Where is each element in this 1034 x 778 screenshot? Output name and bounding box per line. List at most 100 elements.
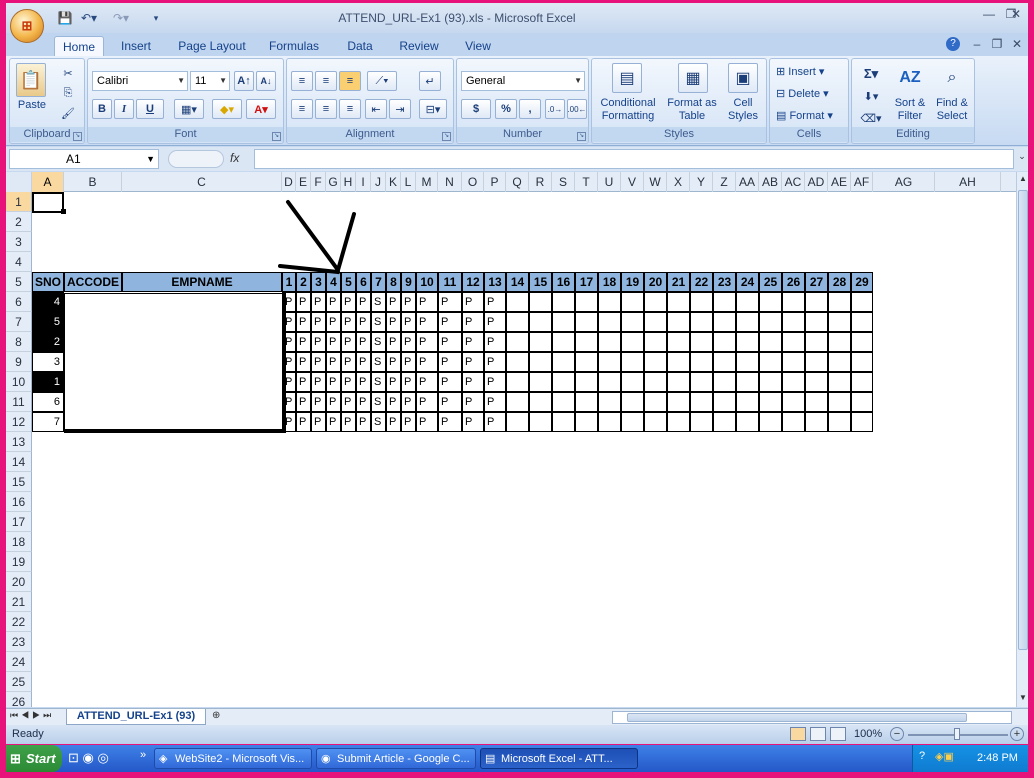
attendance-cell[interactable]: S <box>371 412 386 432</box>
attendance-cell[interactable]: S <box>371 332 386 352</box>
header-day[interactable]: 11 <box>438 272 462 292</box>
attendance-cell[interactable] <box>575 372 598 392</box>
horizontal-scroll-thumb[interactable] <box>627 713 967 722</box>
attendance-cell[interactable]: P <box>356 312 371 332</box>
attendance-cell[interactable] <box>759 372 782 392</box>
attendance-cell[interactable]: P <box>462 292 484 312</box>
attendance-cell[interactable]: P <box>341 392 356 412</box>
attendance-cell[interactable] <box>621 352 644 372</box>
attendance-cell[interactable] <box>713 292 736 312</box>
row-header[interactable]: 26 <box>6 692 32 707</box>
attendance-cell[interactable] <box>667 412 690 432</box>
attendance-cell[interactable]: P <box>386 312 401 332</box>
attendance-cell[interactable]: P <box>296 312 311 332</box>
column-header[interactable]: AG <box>873 172 935 192</box>
attendance-cell[interactable]: P <box>438 392 462 412</box>
attendance-cell[interactable] <box>736 312 759 332</box>
attendance-cell[interactable] <box>759 412 782 432</box>
attendance-cell[interactable] <box>552 412 575 432</box>
align-center-icon[interactable]: ≡ <box>315 99 337 119</box>
attendance-cell[interactable] <box>552 312 575 332</box>
header-day[interactable]: 26 <box>782 272 805 292</box>
sno-cell[interactable]: 6 <box>32 392 64 412</box>
row-header[interactable]: 17 <box>6 512 32 532</box>
conditional-formatting-icon[interactable]: ▤ <box>612 63 642 93</box>
attendance-cell[interactable] <box>736 412 759 432</box>
attendance-cell[interactable] <box>575 392 598 412</box>
attendance-cell[interactable] <box>805 392 828 412</box>
tab-home[interactable]: Home <box>54 36 104 56</box>
wrap-text-icon[interactable]: ↵ <box>419 71 441 91</box>
column-header[interactable]: AH <box>935 172 1001 192</box>
attendance-cell[interactable]: P <box>386 392 401 412</box>
binoculars-icon[interactable]: ⌕ <box>938 63 966 93</box>
attendance-cell[interactable] <box>552 332 575 352</box>
row-header[interactable]: 19 <box>6 552 32 572</box>
header-day[interactable]: 18 <box>598 272 621 292</box>
attendance-cell[interactable] <box>506 372 529 392</box>
row-header[interactable]: 7 <box>6 312 32 332</box>
scroll-down-icon[interactable]: ▼ <box>1018 693 1028 705</box>
header-day[interactable]: 24 <box>736 272 759 292</box>
vertical-scroll-thumb[interactable] <box>1018 190 1028 650</box>
attendance-cell[interactable] <box>805 412 828 432</box>
close-button[interactable]: ✕ <box>1006 7 1026 23</box>
header-empname[interactable]: EMPNAME <box>122 272 282 292</box>
attendance-cell[interactable]: P <box>484 412 506 432</box>
bold-button[interactable]: B <box>92 99 112 119</box>
attendance-cell[interactable]: P <box>484 292 506 312</box>
fill-color-icon[interactable]: ◆▾ <box>212 99 242 119</box>
attendance-cell[interactable] <box>552 352 575 372</box>
attendance-cell[interactable] <box>598 412 621 432</box>
attendance-cell[interactable] <box>828 392 851 412</box>
header-day[interactable]: 15 <box>529 272 552 292</box>
attendance-cell[interactable] <box>529 352 552 372</box>
attendance-cell[interactable]: S <box>371 372 386 392</box>
tab-formulas[interactable]: Formulas <box>262 36 326 56</box>
taskbar-item-excel[interactable]: ▤ Microsoft Excel - ATT... <box>480 748 638 769</box>
attendance-cell[interactable]: P <box>416 292 438 312</box>
attendance-cell[interactable]: P <box>462 372 484 392</box>
attendance-cell[interactable]: P <box>326 392 341 412</box>
attendance-cell[interactable] <box>851 292 873 312</box>
column-header[interactable]: AC <box>782 172 805 192</box>
page-break-view-icon[interactable] <box>830 727 846 741</box>
attendance-cell[interactable] <box>621 412 644 432</box>
attendance-cell[interactable] <box>644 352 667 372</box>
attendance-cell[interactable]: P <box>386 352 401 372</box>
italic-button[interactable]: I <box>114 99 134 119</box>
start-button[interactable]: ⊞ Start <box>6 745 62 772</box>
attendance-cell[interactable]: P <box>484 352 506 372</box>
zoom-in-icon[interactable]: + <box>1010 727 1024 741</box>
attendance-cell[interactable]: P <box>438 292 462 312</box>
column-header[interactable]: W <box>644 172 667 192</box>
sort-filter-icon[interactable]: AZ <box>896 63 924 93</box>
tray-help-icon[interactable]: ? <box>919 750 925 762</box>
attendance-cell[interactable] <box>529 292 552 312</box>
column-header[interactable]: I <box>356 172 371 192</box>
attendance-cell[interactable] <box>851 372 873 392</box>
font-name-combo[interactable]: Calibri ▼ <box>92 71 188 91</box>
column-header[interactable]: X <box>667 172 690 192</box>
sort-filter-label[interactable]: Sort & Filter <box>890 97 930 123</box>
attendance-cell[interactable] <box>851 332 873 352</box>
attendance-cell[interactable] <box>621 332 644 352</box>
percent-button[interactable]: % <box>495 99 517 119</box>
column-header[interactable]: Y <box>690 172 713 192</box>
paste-icon[interactable]: 📋 <box>16 63 46 97</box>
column-header[interactable]: V <box>621 172 644 192</box>
attendance-cell[interactable] <box>713 372 736 392</box>
autosum-icon[interactable]: Σ▾ <box>858 65 884 83</box>
attendance-cell[interactable] <box>828 312 851 332</box>
tab-data[interactable]: Data <box>338 36 382 56</box>
attendance-cell[interactable]: P <box>462 392 484 412</box>
merge-center-icon[interactable]: ⊟▾ <box>419 99 447 119</box>
attendance-cell[interactable]: P <box>438 352 462 372</box>
header-day[interactable]: 28 <box>828 272 851 292</box>
attendance-cell[interactable] <box>782 332 805 352</box>
attendance-cell[interactable] <box>529 392 552 412</box>
active-cell-a1[interactable] <box>32 192 64 213</box>
attendance-cell[interactable] <box>713 392 736 412</box>
cell-styles-label[interactable]: Cell Styles <box>720 97 766 123</box>
attendance-cell[interactable] <box>598 312 621 332</box>
